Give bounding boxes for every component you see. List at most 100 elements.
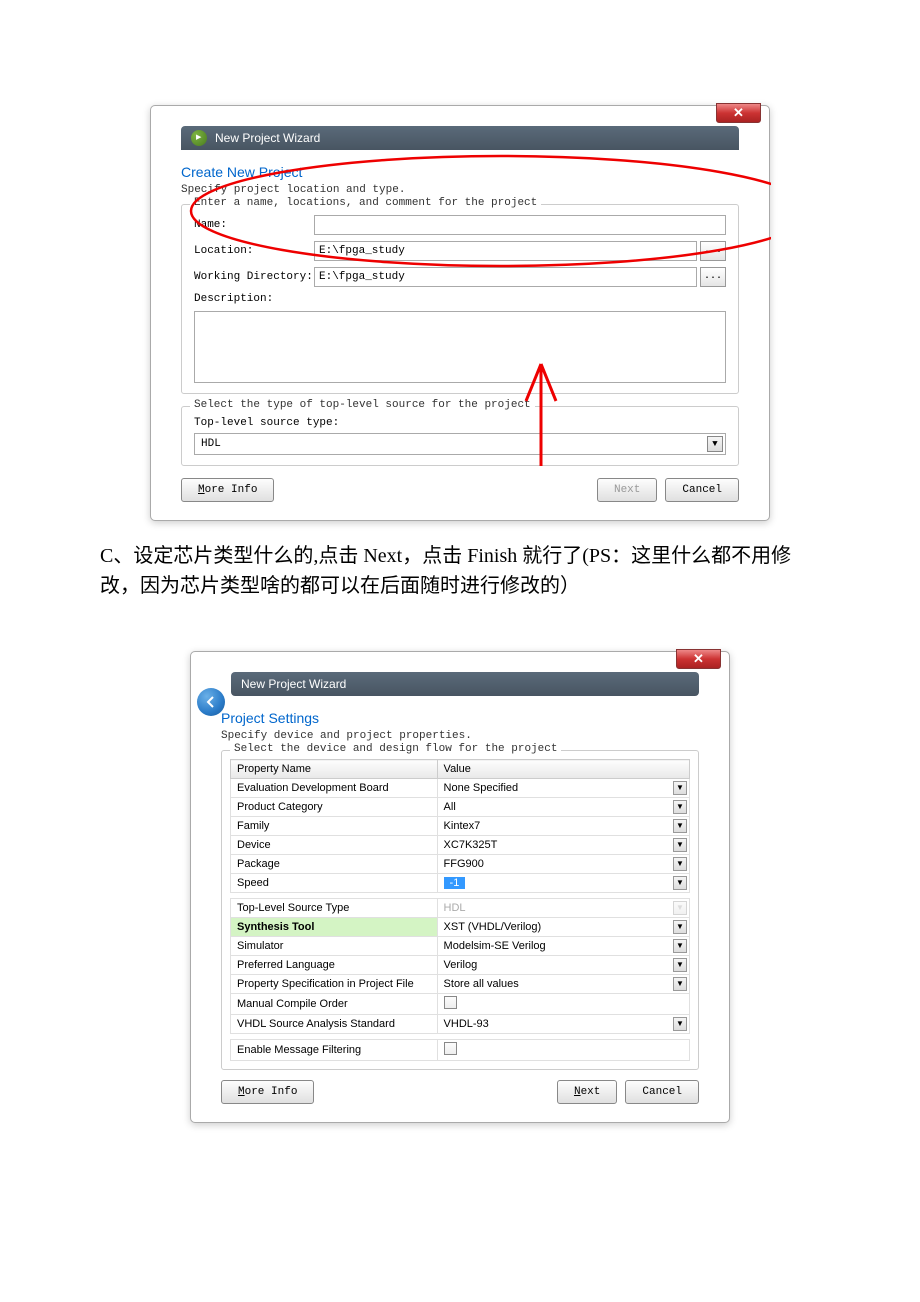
property-name-cell: Product Category [231, 798, 438, 817]
property-name-cell: Enable Message Filtering [231, 1040, 438, 1061]
device-flow-group: Select the device and design flow for th… [221, 750, 699, 1070]
cancel-button[interactable]: Cancel [665, 478, 739, 502]
checkbox[interactable] [444, 996, 457, 1009]
wizard-title: New Project Wizard [215, 131, 320, 145]
toplevel-value: HDL [201, 438, 221, 450]
workdir-input[interactable] [314, 267, 697, 287]
close-button[interactable]: ✕ [676, 649, 721, 669]
table-row: Manual Compile Order [231, 994, 690, 1015]
property-name-cell: Simulator [231, 937, 438, 956]
property-value-cell[interactable]: XC7K325T▼ [437, 836, 689, 855]
create-project-dialog: ✕ New Project Wizard Create New Project … [150, 105, 770, 521]
description-label: Description: [194, 293, 314, 305]
dropdown-icon[interactable]: ▼ [673, 876, 687, 890]
caption-text: C、设定芯片类型什么的,点击 Next，点击 Finish 就行了(PS：这里什… [100, 541, 820, 601]
property-name-cell: Package [231, 855, 438, 874]
property-value-cell[interactable]: -1▼ [437, 874, 689, 893]
more-info-text: ore Info [205, 484, 258, 496]
property-value-cell[interactable]: Modelsim-SE Verilog▼ [437, 937, 689, 956]
workdir-browse-button[interactable]: ... [700, 267, 726, 287]
table-row: Product CategoryAll▼ [231, 798, 690, 817]
table-row: PackageFFG900▼ [231, 855, 690, 874]
property-value-cell[interactable] [437, 1040, 689, 1061]
table-row: Synthesis ToolXST (VHDL/Verilog)▼ [231, 918, 690, 937]
location-browse-button[interactable]: ... [700, 241, 726, 261]
col-value: Value [437, 760, 689, 779]
more-info-button[interactable]: More Info [221, 1080, 314, 1104]
cancel-button[interactable]: Cancel [625, 1080, 699, 1104]
property-name-cell: Device [231, 836, 438, 855]
property-value-cell[interactable]: HDL▼ [437, 899, 689, 918]
property-name-cell: Property Specification in Project File [231, 975, 438, 994]
back-button[interactable] [197, 688, 225, 716]
project-info-group: Enter a name, locations, and comment for… [181, 204, 739, 394]
dropdown-icon[interactable]: ▼ [673, 819, 687, 833]
group2-legend: Select the type of top-level source for … [190, 399, 535, 411]
next-text: ext [581, 1086, 601, 1098]
next-button[interactable]: Next [557, 1080, 617, 1104]
property-value-cell[interactable]: None Specified▼ [437, 779, 689, 798]
dropdown-icon[interactable]: ▼ [673, 781, 687, 795]
dropdown-icon[interactable]: ▼ [673, 920, 687, 934]
dropdown-icon[interactable]: ▼ [673, 901, 687, 915]
checkbox[interactable] [444, 1042, 457, 1055]
property-name-cell: Manual Compile Order [231, 994, 438, 1015]
back-arrow-icon [204, 695, 218, 709]
workdir-label: Working Directory: [194, 271, 314, 283]
property-name-cell: VHDL Source Analysis Standard [231, 1015, 438, 1034]
property-name-cell: Preferred Language [231, 956, 438, 975]
property-value-cell[interactable]: VHDL-93▼ [437, 1015, 689, 1034]
table-row: Enable Message Filtering [231, 1040, 690, 1061]
dropdown-icon[interactable]: ▼ [673, 939, 687, 953]
wizard-title: New Project Wizard [241, 677, 346, 691]
property-value-cell[interactable] [437, 994, 689, 1015]
more-info-text: ore Info [245, 1086, 298, 1098]
dropdown-icon[interactable]: ▼ [673, 977, 687, 991]
group-legend: Select the device and design flow for th… [230, 743, 561, 755]
toplevel-label: Top-level source type: [194, 417, 726, 429]
dropdown-icon[interactable]: ▼ [673, 800, 687, 814]
location-label: Location: [194, 245, 314, 257]
group1-legend: Enter a name, locations, and comment for… [190, 197, 541, 209]
table-row: Property Specification in Project FileSt… [231, 975, 690, 994]
more-info-button[interactable]: More Info [181, 478, 274, 502]
wizard-header: New Project Wizard [231, 672, 699, 696]
toplevel-select[interactable]: HDL ▼ [194, 433, 726, 455]
table-row: Top-Level Source TypeHDL▼ [231, 899, 690, 918]
property-name-cell: Top-Level Source Type [231, 899, 438, 918]
source-type-group: Select the type of top-level source for … [181, 406, 739, 466]
wizard-arrow-icon [191, 130, 207, 146]
property-name-cell: Synthesis Tool [231, 918, 438, 937]
property-value-cell[interactable]: FFG900▼ [437, 855, 689, 874]
dropdown-icon: ▼ [707, 436, 723, 452]
name-input[interactable] [314, 215, 726, 235]
dropdown-icon[interactable]: ▼ [673, 838, 687, 852]
table-row: FamilyKintex7▼ [231, 817, 690, 836]
close-button[interactable]: ✕ [716, 103, 761, 123]
property-value-cell[interactable]: All▼ [437, 798, 689, 817]
col-property: Property Name [231, 760, 438, 779]
property-name-cell: Family [231, 817, 438, 836]
next-button[interactable]: Next [597, 478, 657, 502]
properties-table: Property Name Value Evaluation Developme… [230, 759, 690, 1061]
dropdown-icon[interactable]: ▼ [673, 857, 687, 871]
project-settings-dialog: ✕ New Project Wizard Project Settings Sp… [190, 651, 730, 1123]
name-label: Name: [194, 219, 314, 231]
table-row: SimulatorModelsim-SE Verilog▼ [231, 937, 690, 956]
page-subtitle: Specify device and project properties. [221, 730, 699, 742]
description-textarea[interactable] [194, 311, 726, 383]
property-name-cell: Speed [231, 874, 438, 893]
table-row: VHDL Source Analysis StandardVHDL-93▼ [231, 1015, 690, 1034]
property-value-cell[interactable]: XST (VHDL/Verilog)▼ [437, 918, 689, 937]
property-value-cell[interactable]: Kintex7▼ [437, 817, 689, 836]
property-name-cell: Evaluation Development Board [231, 779, 438, 798]
location-input[interactable] [314, 241, 697, 261]
table-row: Preferred LanguageVerilog▼ [231, 956, 690, 975]
dropdown-icon[interactable]: ▼ [673, 958, 687, 972]
property-value-cell[interactable]: Verilog▼ [437, 956, 689, 975]
page-title: Project Settings [221, 710, 699, 726]
property-value-cell[interactable]: Store all values▼ [437, 975, 689, 994]
dropdown-icon[interactable]: ▼ [673, 1017, 687, 1031]
wizard-header: New Project Wizard [181, 126, 739, 150]
table-row: DeviceXC7K325T▼ [231, 836, 690, 855]
